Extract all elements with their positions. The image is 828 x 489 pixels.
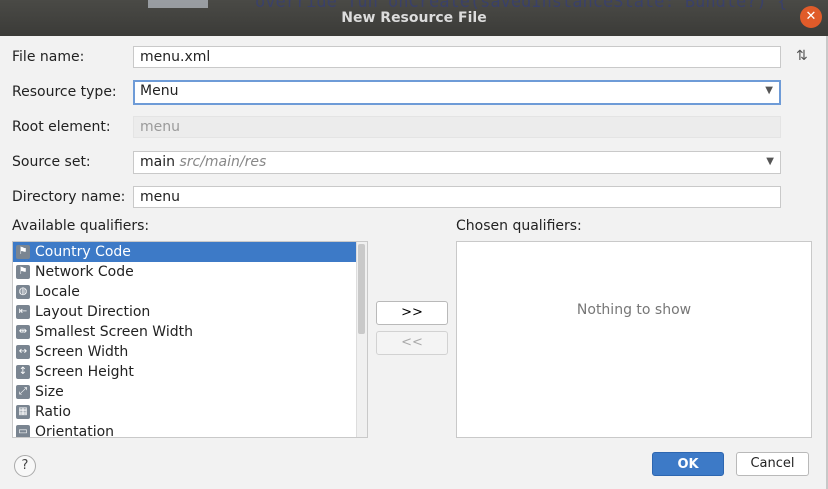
close-button[interactable]: ✕ <box>800 6 822 28</box>
list-item[interactable]: ⤢ Size <box>13 382 367 402</box>
qualifier-label: Orientation <box>35 424 115 438</box>
resource-type-select[interactable]: Menu ▼ <box>133 80 781 105</box>
chosen-qualifiers-list[interactable]: Nothing to show <box>456 241 812 438</box>
root-element-field: menu <box>133 116 781 138</box>
screen-width-icon: ↔ <box>16 345 30 359</box>
source-set-value: main <box>140 154 175 170</box>
scrollbar-thumb[interactable] <box>358 244 365 334</box>
qualifier-label: Ratio <box>35 404 71 420</box>
list-item[interactable]: ▦ Ratio <box>13 402 367 422</box>
qualifier-label: Network Code <box>35 264 134 280</box>
screen-height-icon: ↕ <box>16 365 30 379</box>
list-item[interactable]: ↔ Screen Width <box>13 342 367 362</box>
ratio-icon: ▦ <box>16 405 30 419</box>
sort-icon[interactable]: ⇅ <box>796 48 808 64</box>
list-item[interactable]: ▭ Orientation <box>13 422 367 438</box>
qualifier-label: Country Code <box>35 244 131 260</box>
list-item[interactable]: ⇤ Layout Direction <box>13 302 367 322</box>
list-item[interactable]: ◍ Locale <box>13 282 367 302</box>
remove-qualifier-button[interactable]: << <box>376 331 448 355</box>
source-set-label: Source set: <box>12 154 91 170</box>
network-code-icon: ⚑ <box>16 265 30 279</box>
country-code-icon: ⚑ <box>16 245 30 259</box>
source-set-select[interactable]: main src/main/res ▼ <box>133 151 781 174</box>
chevron-down-icon: ▼ <box>765 85 773 96</box>
dialog-title: New Resource File <box>341 10 487 26</box>
available-qualifiers-list[interactable]: ⚑ Country Code ⚑ Network Code ◍ Locale ⇤ Layout… <box>12 241 368 438</box>
chosen-qualifiers-label: Chosen qualifiers: <box>456 218 582 234</box>
list-item[interactable]: ⇹ Smallest Screen Width <box>13 322 367 342</box>
ok-button[interactable]: OK <box>652 452 724 476</box>
qualifier-label: Layout Direction <box>35 304 151 320</box>
layout-direction-icon: ⇤ <box>16 305 30 319</box>
qualifier-label: Smallest Screen Width <box>35 324 193 340</box>
size-icon: ⤢ <box>16 385 30 399</box>
empty-state-text: Nothing to show <box>576 302 692 318</box>
directory-name-field[interactable]: menu <box>133 186 781 208</box>
file-name-value: menu.xml <box>140 49 211 65</box>
smallest-width-icon: ⇹ <box>16 325 30 339</box>
available-qualifiers-label: Available qualifiers: <box>12 218 150 234</box>
qualifier-label: Size <box>35 384 64 400</box>
directory-name-value: menu <box>140 189 180 205</box>
directory-name-label: Directory name: <box>12 189 126 205</box>
list-item[interactable]: ⚑ Country Code <box>13 242 367 262</box>
list-scrollbar[interactable] <box>356 242 367 437</box>
qualifier-label: Locale <box>35 284 80 300</box>
root-element-value: menu <box>140 119 180 135</box>
chevron-down-icon: ▼ <box>766 156 774 167</box>
qualifier-label: Screen Height <box>35 364 134 380</box>
file-name-field[interactable]: menu.xml <box>133 46 781 68</box>
title-bar: override fun onCreate(savedInstanceState… <box>0 0 828 36</box>
list-item[interactable]: ⚑ Network Code <box>13 262 367 282</box>
orientation-icon: ▭ <box>16 425 30 437</box>
qualifier-label: Screen Width <box>35 344 129 360</box>
resource-type-value: Menu <box>140 83 179 99</box>
list-item[interactable]: ↕ Screen Height <box>13 362 367 382</box>
help-button[interactable]: ? <box>14 455 36 477</box>
file-name-label: File name: <box>12 49 85 65</box>
globe-icon: ◍ <box>16 285 30 299</box>
new-resource-file-dialog: File name: menu.xml ⇅ Resource type: Men… <box>0 36 826 489</box>
root-element-label: Root element: <box>12 119 111 135</box>
source-set-path: src/main/res <box>179 154 267 170</box>
add-qualifier-button[interactable]: >> <box>376 301 448 325</box>
background-editor-gutter <box>148 0 208 8</box>
resource-type-label: Resource type: <box>12 84 117 100</box>
cancel-button[interactable]: Cancel <box>736 452 809 476</box>
